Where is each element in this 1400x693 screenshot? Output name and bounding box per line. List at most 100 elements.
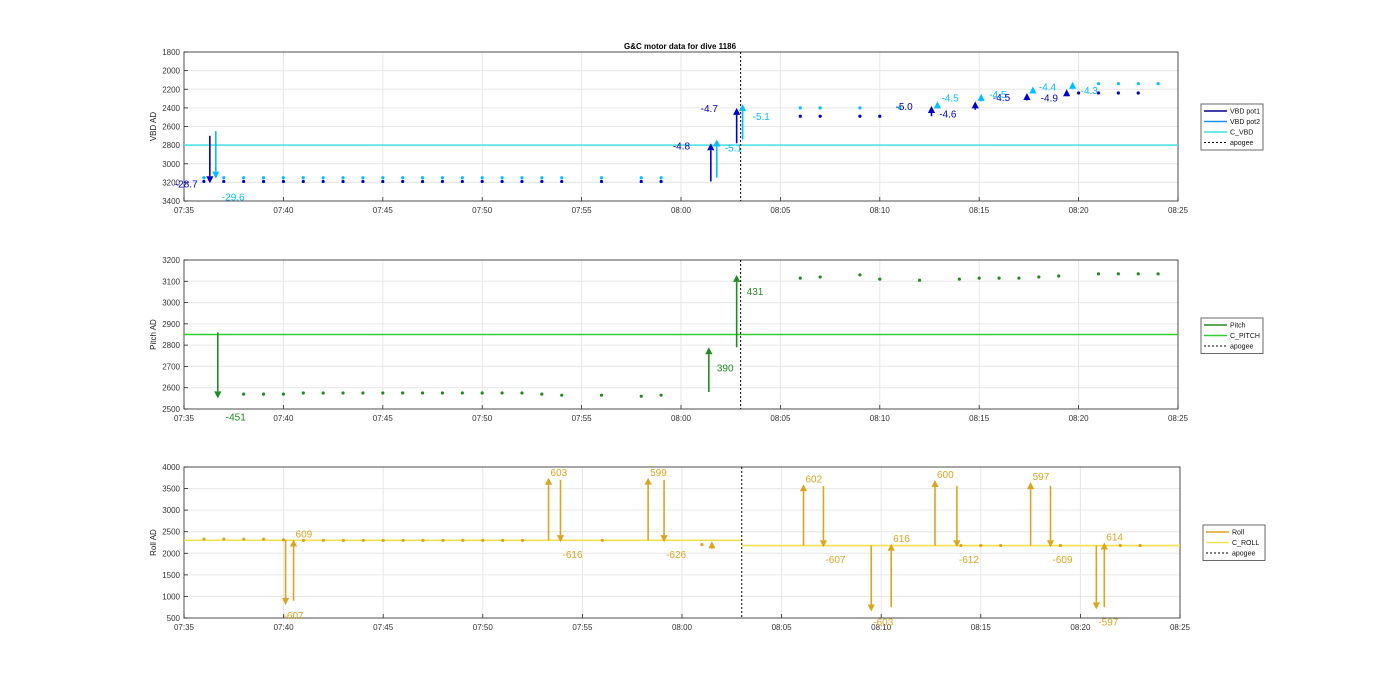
vbd-pot2-point: [341, 176, 345, 180]
roll-arrow-label: 600: [937, 470, 954, 481]
vbd-pot1-point: [301, 179, 305, 184]
vbd-pot1-point: [242, 179, 246, 184]
vbd-pot2-point: [321, 176, 325, 180]
roll-point: [501, 538, 505, 542]
roll-ytick-label: 3500: [162, 485, 180, 494]
vbd-pot1-point: [858, 114, 862, 118]
vbd-xtick-label: 08:00: [671, 206, 692, 215]
vbd-pot2-point: [858, 106, 862, 110]
pitch-point: [321, 391, 325, 395]
vbd-pot2-point: [540, 176, 544, 180]
vbd-arrow-label: -4.8: [673, 141, 691, 152]
vbd-arrow-label: -4.7: [701, 104, 719, 115]
vbd-pot1-point: [818, 114, 822, 118]
vbd-pot1-point: [420, 179, 425, 184]
vbd-arrow-label: -4.3: [1081, 86, 1099, 97]
vbd-xtick-label: 07:55: [572, 206, 593, 215]
vbd-xtick-label: 08:20: [1069, 206, 1090, 215]
vbd-ytick-label: 2400: [162, 104, 180, 113]
roll-xtick-label: 08:05: [772, 623, 793, 632]
vbd-pot1-point: [261, 179, 266, 184]
pitch-ytick-label: 3200: [162, 256, 180, 265]
pitch-point: [957, 277, 961, 281]
roll-xtick-label: 08:00: [672, 623, 693, 632]
vbd-arrow-label: -5.1: [725, 144, 743, 155]
pitch-xtick-label: 08:25: [1168, 414, 1189, 423]
vbd-arrow-label: -4.4: [1039, 82, 1057, 93]
roll-arrow-label: -603: [873, 618, 893, 629]
roll-arrow-label: 616: [893, 534, 910, 545]
vbd-ytick-label: 2600: [162, 123, 180, 132]
roll-point: [421, 538, 425, 542]
pitch-point: [858, 273, 862, 277]
vbd-pot2-point: [818, 106, 822, 110]
roll-ytick-label: 4000: [162, 463, 180, 472]
roll-ytick-label: 2000: [162, 549, 180, 558]
roll-arrow-label: -607: [284, 611, 304, 622]
vbd-pot2-point: [401, 176, 405, 180]
vbd-xtick-label: 07:45: [373, 206, 394, 215]
roll-point: [401, 538, 405, 542]
roll-xtick-label: 08:15: [971, 623, 992, 632]
roll-point: [521, 538, 525, 542]
roll-panel: 07:35 07:40 07:45 07:50 07:55 08:00 08:05 08:10…: [149, 463, 1266, 632]
pitch-point: [281, 392, 285, 396]
vbd-pot2-point: [798, 106, 802, 110]
roll-arrow-label: -597: [1098, 617, 1118, 628]
vbd-pot2-point: [202, 176, 206, 180]
roll-xtick-label: 07:35: [174, 623, 195, 632]
roll-point: [441, 538, 445, 542]
pitch-point: [560, 393, 564, 397]
pitch-ytick-label: 2500: [162, 405, 180, 414]
pitch-point: [381, 391, 385, 395]
roll-arrow-label: -612: [959, 555, 979, 566]
vbd-pot1-point: [381, 179, 385, 184]
vbd-arrow-label: -28.7: [175, 179, 198, 190]
roll-arrow-label: -609: [1053, 555, 1073, 566]
roll-arrow-label: 597: [1033, 472, 1050, 483]
vbd-pot1-point: [480, 179, 484, 184]
vbd-pot1-point: [520, 179, 524, 184]
roll-point: [959, 543, 963, 548]
roll-arrow-label: -607: [825, 555, 845, 566]
vbd-pot1-point: [341, 179, 345, 184]
roll-point: [461, 538, 465, 542]
pitch-point: [440, 391, 445, 395]
pitch-xtick-label: 07:50: [472, 414, 493, 423]
roll-ytick-label: 1500: [162, 571, 180, 580]
pitch-point: [540, 392, 544, 396]
vbd-pot1-point: [500, 179, 504, 184]
pitch-xtick-label: 08:05: [770, 414, 791, 423]
vbd-pot1-point: [878, 114, 882, 118]
roll-point: [1138, 543, 1142, 548]
pitch-point: [401, 391, 405, 395]
roll-legend-label: apogee: [1232, 551, 1255, 558]
roll-point: [999, 543, 1003, 548]
roll-xtick-label: 08:25: [1170, 623, 1191, 632]
pitch-xtick-label: 07:55: [572, 414, 593, 423]
pitch-legend-label: Pitch: [1230, 323, 1246, 330]
roll-point: [979, 543, 983, 548]
pitch-point: [500, 391, 504, 395]
vbd-pot2-point: [500, 176, 504, 180]
vbd-ytick-label: 3400: [162, 197, 180, 206]
vbd-pot1-point: [540, 179, 544, 184]
pitch-point: [599, 393, 604, 397]
roll-point: [481, 538, 485, 542]
pitch-point: [460, 391, 464, 395]
vbd-xtick-label: 07:40: [273, 206, 294, 215]
vbd-pot2-point: [599, 176, 604, 180]
roll-ytick-label: 2500: [162, 528, 180, 537]
vbd-pot1-point: [202, 179, 206, 184]
vbd-pot1-point: [639, 179, 643, 184]
roll-point: [361, 538, 365, 542]
pitch-xtick-label: 07:45: [373, 414, 394, 423]
pitch-panel: 07:35 07:40 07:45 07:50 07:55 08:00 08:05 08:10…: [149, 256, 1264, 423]
pitch-point: [1057, 274, 1061, 278]
roll-point: [262, 537, 266, 541]
pitch-point: [261, 392, 266, 396]
vbd-pot2-point: [560, 176, 564, 180]
vbd-pot2-point: [361, 176, 365, 180]
pitch-point: [341, 391, 345, 395]
vbd-arrow-label: -4.5: [941, 93, 959, 104]
